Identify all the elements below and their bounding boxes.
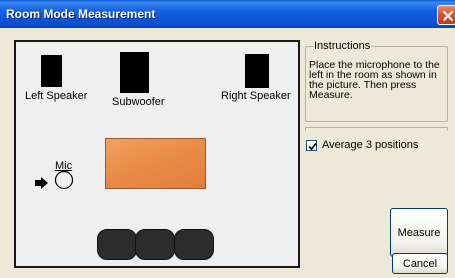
instructions-legend: Instructions	[313, 40, 372, 52]
right-speaker-label: Right Speaker	[221, 90, 291, 102]
average-checkbox-label: Average 3 positions	[322, 139, 419, 151]
arrow-right-icon	[35, 177, 48, 189]
average-checkbox-row[interactable]: Average 3 positions	[306, 139, 418, 151]
instructions-group: Instructions Place the microphone to the…	[305, 40, 448, 122]
subwoofer-icon	[120, 52, 149, 93]
couch-seat-icon	[174, 229, 214, 260]
options-group	[305, 127, 448, 131]
title-bar: Room Mode Measurement	[0, 0, 455, 28]
close-icon	[443, 11, 453, 21]
cancel-button[interactable]: Cancel	[392, 253, 448, 274]
measure-button[interactable]: Measure	[390, 208, 448, 257]
room-diagram: Left Speaker Subwoofer Right Speaker Mic	[14, 40, 300, 268]
couch-seat-icon	[135, 229, 175, 260]
subwoofer-label: Subwoofer	[112, 96, 165, 108]
left-speaker-label: Left Speaker	[25, 90, 88, 102]
couch-seat-icon	[97, 229, 137, 260]
table-icon	[105, 138, 206, 189]
dialog-body: Left Speaker Subwoofer Right Speaker Mic…	[0, 28, 455, 278]
checkmark-icon	[308, 142, 317, 150]
microphone-icon	[54, 170, 74, 190]
instructions-text: Place the microphone to the left in the …	[309, 59, 440, 101]
close-button[interactable]	[437, 5, 455, 25]
window-title: Room Mode Measurement	[6, 7, 156, 21]
left-speaker-icon	[41, 55, 62, 87]
right-speaker-icon	[245, 54, 269, 88]
average-checkbox[interactable]	[306, 139, 317, 151]
